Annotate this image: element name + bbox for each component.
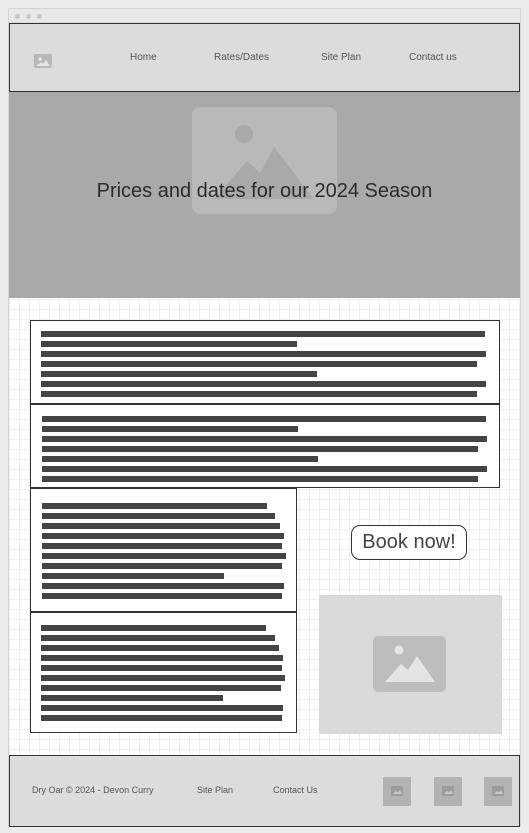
image-placeholder-icon [492,786,504,796]
hero-banner: Prices and dates for our 2024 Season [9,92,520,298]
text-line-placeholder [42,456,318,462]
text-line-placeholder [42,513,275,519]
nav-link-rates-dates[interactable]: Rates/Dates [214,52,269,63]
footer-link-contact[interactable]: Contact Us [273,785,318,795]
text-line-placeholder [41,645,279,651]
image-placeholder-icon [373,636,446,692]
text-line-placeholder [41,635,275,641]
image-placeholder [319,595,502,734]
copyright-text: Dry Oar © 2024 - Devon Curry [32,785,154,795]
text-block [30,320,500,404]
social-link[interactable] [484,777,512,806]
text-line-placeholder [41,675,285,681]
image-placeholder-icon [391,786,403,796]
page-title: Prices and dates for our 2024 Season [96,180,433,202]
text-line-placeholder [42,503,267,509]
social-link[interactable] [383,777,411,806]
site-header: Home Rates/Dates Site Plan Contact us [9,23,520,92]
logo-image-icon[interactable] [34,54,52,68]
nav-link-contact[interactable]: Contact us [409,52,457,63]
image-placeholder-icon [442,786,454,796]
text-block [30,488,297,612]
text-line-placeholder [42,563,282,569]
text-line-placeholder [42,523,280,529]
window-dot [37,14,42,19]
text-line-placeholder [42,583,284,589]
text-line-placeholder [41,695,223,701]
text-line-placeholder [41,391,477,397]
text-line-placeholder [42,426,298,432]
book-now-button[interactable]: Book now! [351,525,467,560]
text-line-placeholder [41,371,317,377]
text-block [30,612,297,733]
text-line-placeholder [41,361,477,367]
nav-link-site-plan[interactable]: Site Plan [321,52,361,63]
text-line-placeholder [41,625,266,631]
text-line-placeholder [42,466,487,472]
text-line-placeholder [42,416,486,422]
text-line-placeholder [42,476,478,482]
text-line-placeholder [41,655,283,661]
text-line-placeholder [42,573,224,579]
text-line-placeholder [42,543,282,549]
text-line-placeholder [41,331,485,337]
window-dot [15,14,20,19]
text-line-placeholder [42,593,282,599]
footer-link-site-plan[interactable]: Site Plan [197,785,233,795]
browser-window: Home Rates/Dates Site Plan Contact us Pr… [8,8,521,827]
text-line-placeholder [41,351,486,357]
text-line-placeholder [42,436,487,442]
nav-link-home[interactable]: Home [130,52,157,63]
text-line-placeholder [41,665,282,671]
window-chrome [9,9,520,23]
text-line-placeholder [41,341,297,347]
text-line-placeholder [41,705,283,711]
text-line-placeholder [42,446,478,452]
text-line-placeholder [42,533,284,539]
social-link[interactable] [434,777,462,806]
text-line-placeholder [41,715,282,721]
window-dot [26,14,31,19]
text-line-placeholder [42,553,286,559]
text-line-placeholder [41,381,486,387]
text-block [30,404,500,488]
site-footer: Dry Oar © 2024 - Devon Curry Site Plan C… [9,755,520,827]
text-line-placeholder [41,685,281,691]
